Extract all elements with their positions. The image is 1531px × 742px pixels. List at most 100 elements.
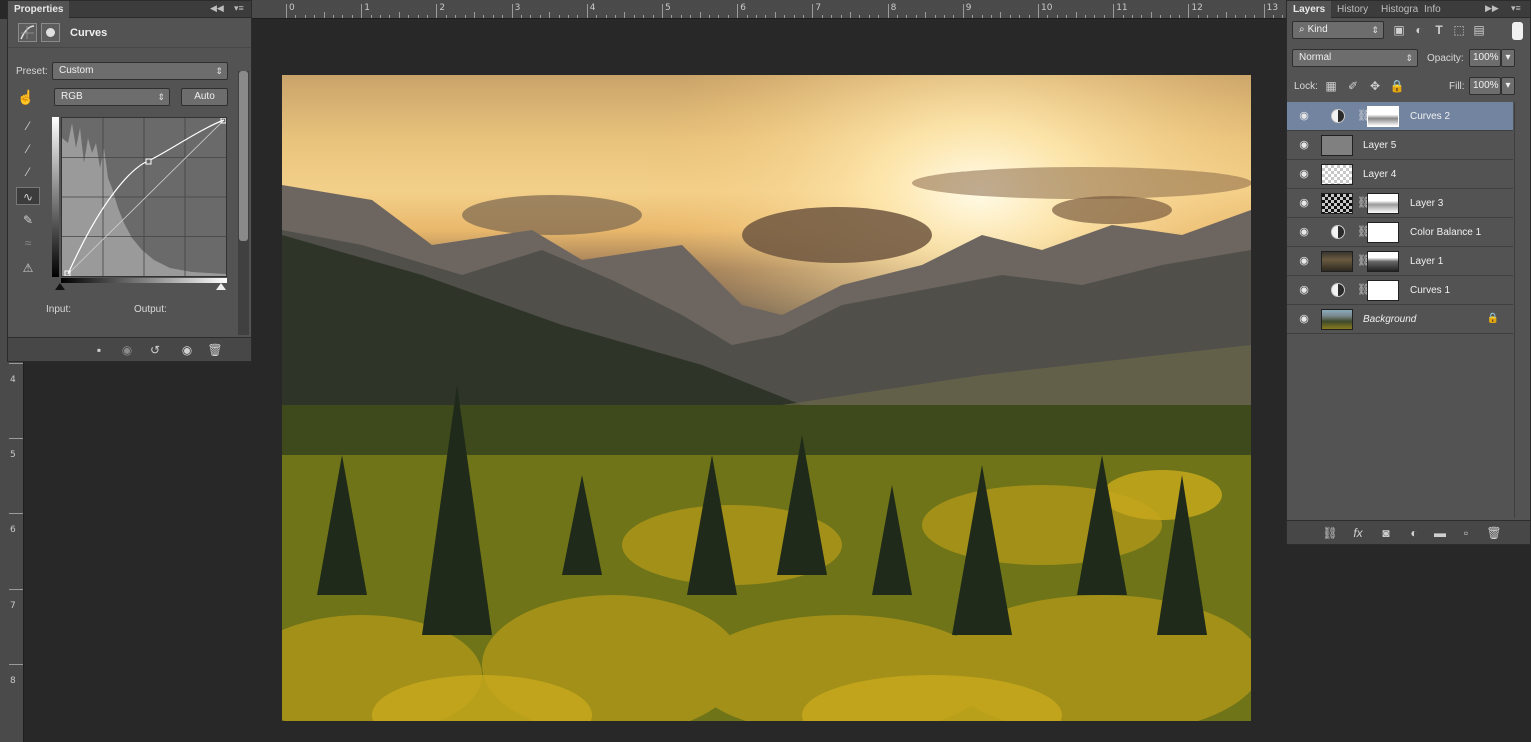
layer-row-layer-4[interactable]: ◉ Layer 4 xyxy=(1287,160,1513,189)
adjustment-layer-icon xyxy=(1331,109,1345,123)
fill-dropdown-button[interactable]: ▾ xyxy=(1501,77,1515,95)
pixel-filter-icon[interactable]: ▣ xyxy=(1389,21,1409,39)
targeted-adjustment-hand-icon[interactable]: ☝ xyxy=(16,88,36,106)
draw-pencil-icon[interactable]: ✎ xyxy=(18,211,38,229)
visibility-eye-icon[interactable]: ◉ xyxy=(178,342,196,358)
ruler-minor-tick xyxy=(897,15,898,18)
visibility-eye-icon[interactable]: ◉ xyxy=(1297,284,1311,296)
link-layers-icon[interactable]: ⛓ xyxy=(1321,525,1339,541)
visibility-eye-icon[interactable]: ◉ xyxy=(1297,110,1311,122)
layer-row-color-balance-1[interactable]: ◉ ⛓ Color Balance 1 xyxy=(1287,218,1513,247)
add-mask-icon[interactable]: ◙ xyxy=(1377,525,1395,541)
view-previous-state-icon[interactable]: ◉ xyxy=(118,342,136,358)
delete-trash-icon[interactable]: 🗑 xyxy=(1485,525,1503,541)
smart-object-filter-icon[interactable]: ▤ xyxy=(1469,21,1489,39)
opacity-field[interactable]: 100% xyxy=(1469,49,1501,67)
ruler-minor-tick xyxy=(380,15,381,18)
white-point-slider[interactable] xyxy=(216,283,226,290)
layers-scrollbar[interactable] xyxy=(1514,102,1528,518)
ruler-minor-tick xyxy=(850,12,851,18)
layer-row-layer-3[interactable]: ◉ ⛓ Layer 3 xyxy=(1287,189,1513,218)
ruler-minor-tick xyxy=(342,15,344,18)
opacity-dropdown-button[interactable]: ▾ xyxy=(1501,49,1515,67)
tab-history[interactable]: History xyxy=(1331,1,1374,18)
visibility-eye-icon[interactable]: ◉ xyxy=(1297,168,1311,180)
ruler-tick xyxy=(1038,4,1039,18)
ruler-tick-label: 4 xyxy=(10,375,16,385)
visibility-eye-icon[interactable]: ◉ xyxy=(1297,139,1311,151)
white-point-eyedropper-icon[interactable]: ⁄ xyxy=(18,163,38,181)
layer-row-curves-2[interactable]: ◉ ⛓ Curves 2 xyxy=(1287,102,1513,131)
layer-mask-thumbnail[interactable] xyxy=(1367,280,1399,301)
tab-layers[interactable]: Layers xyxy=(1287,1,1332,18)
top-ruler[interactable]: 0 1 2 3 4 5 6 7 8 9 10 11 12 13 xyxy=(252,0,1286,19)
expand-arrows-icon[interactable]: ▶▶ xyxy=(1485,3,1499,14)
visibility-eye-icon[interactable]: ◉ xyxy=(1297,255,1311,267)
layer-mask-thumbnail[interactable] xyxy=(1367,193,1399,214)
lock-transparent-icon[interactable]: ▦ xyxy=(1321,77,1341,95)
ruler-minor-tick xyxy=(765,15,767,18)
ruler-tick xyxy=(737,4,739,18)
lock-all-icon[interactable]: 🔒 xyxy=(1387,77,1407,95)
layer-mask-thumbnail[interactable] xyxy=(1367,251,1399,272)
filter-kind-select[interactable]: ⌕ Kind ⇕ xyxy=(1292,21,1384,39)
visibility-eye-icon[interactable]: ◉ xyxy=(1297,313,1311,325)
layer-mask-thumbnail[interactable] xyxy=(1367,106,1399,127)
ruler-minor-tick xyxy=(615,15,616,18)
preset-select[interactable]: Custom ⇕ xyxy=(52,62,228,80)
gray-point-eyedropper-icon[interactable]: ⁄ xyxy=(18,140,38,158)
search-icon: ⌕ xyxy=(1299,24,1305,35)
tab-histogram[interactable]: Histogra xyxy=(1375,1,1424,18)
layer-style-fx-icon[interactable]: fx xyxy=(1349,525,1367,541)
ruler-minor-tick xyxy=(709,15,710,18)
edit-points-curve-icon[interactable]: ∿ xyxy=(16,187,40,205)
layer-mask-thumbnail[interactable] xyxy=(1367,222,1399,243)
visibility-eye-icon[interactable]: ◉ xyxy=(1297,226,1311,238)
scrollbar-thumb[interactable] xyxy=(239,71,248,241)
visibility-eye-icon[interactable]: ◉ xyxy=(1297,197,1311,209)
mask-icon[interactable] xyxy=(41,23,60,42)
adjustment-filter-icon[interactable]: ◐ xyxy=(1409,21,1429,39)
auto-button[interactable]: Auto xyxy=(181,88,228,106)
new-adjustment-layer-icon[interactable]: ◐ xyxy=(1405,525,1423,541)
blend-mode-select[interactable]: Normal ⇕ xyxy=(1292,49,1418,67)
ruler-minor-tick xyxy=(803,15,804,18)
delete-trash-icon[interactable]: 🗑 xyxy=(206,342,224,358)
lock-position-icon[interactable]: ✥ xyxy=(1365,77,1385,95)
black-point-slider[interactable] xyxy=(55,283,65,290)
layer-row-curves-1[interactable]: ◉ ⛓ Curves 1 xyxy=(1287,276,1513,305)
lock-image-brush-icon[interactable]: ✐ xyxy=(1343,77,1363,95)
layer-row-background[interactable]: ◉ Background 🔒 xyxy=(1287,305,1513,334)
select-arrows-icon: ⇕ xyxy=(1371,25,1379,35)
type-filter-icon[interactable]: T xyxy=(1429,21,1449,39)
new-layer-icon[interactable]: ▫ xyxy=(1457,525,1475,541)
layer-row-layer-5[interactable]: ◉ Layer 5 xyxy=(1287,131,1513,160)
shape-filter-icon[interactable]: ⬚ xyxy=(1449,21,1469,39)
curves-adjustment-icon[interactable] xyxy=(18,23,37,42)
ruler-minor-tick xyxy=(417,15,419,18)
layers-footer: ⛓ fx ◙ ◐ ▬ ▫ 🗑 xyxy=(1287,520,1530,544)
panel-menu-icon[interactable]: ▾≡ xyxy=(234,3,244,14)
ruler-minor-tick xyxy=(774,12,776,18)
channel-select[interactable]: RGB ⇕ xyxy=(54,88,170,106)
properties-scrollbar[interactable] xyxy=(238,71,249,335)
smooth-curve-icon[interactable]: ≈ xyxy=(18,234,38,252)
collapse-arrows-icon[interactable]: ◀◀ xyxy=(210,3,224,14)
fill-field[interactable]: 100% xyxy=(1469,77,1501,95)
ruler-minor-tick xyxy=(690,15,692,18)
tab-info[interactable]: Info xyxy=(1418,1,1447,18)
ruler-tick-label: 4 xyxy=(589,3,596,13)
clipping-warning-icon[interactable]: ⚠ xyxy=(16,259,40,277)
panel-menu-icon[interactable]: ▾≡ xyxy=(1511,3,1521,14)
tab-properties[interactable]: Properties xyxy=(8,1,70,18)
black-point-eyedropper-icon[interactable]: ⁄ xyxy=(18,117,38,135)
reset-icon[interactable]: ↺ xyxy=(146,342,164,358)
properties-header: Curves xyxy=(8,18,251,48)
new-group-folder-icon[interactable]: ▬ xyxy=(1431,525,1449,541)
document-image[interactable] xyxy=(282,75,1251,721)
curves-graph[interactable] xyxy=(61,117,227,277)
ruler-minor-tick xyxy=(925,12,927,18)
clip-to-layer-icon[interactable]: ▪ xyxy=(90,342,108,358)
layer-row-layer-1[interactable]: ◉ ⛓ Layer 1 xyxy=(1287,247,1513,276)
filter-toggle-switch[interactable] xyxy=(1512,22,1523,40)
